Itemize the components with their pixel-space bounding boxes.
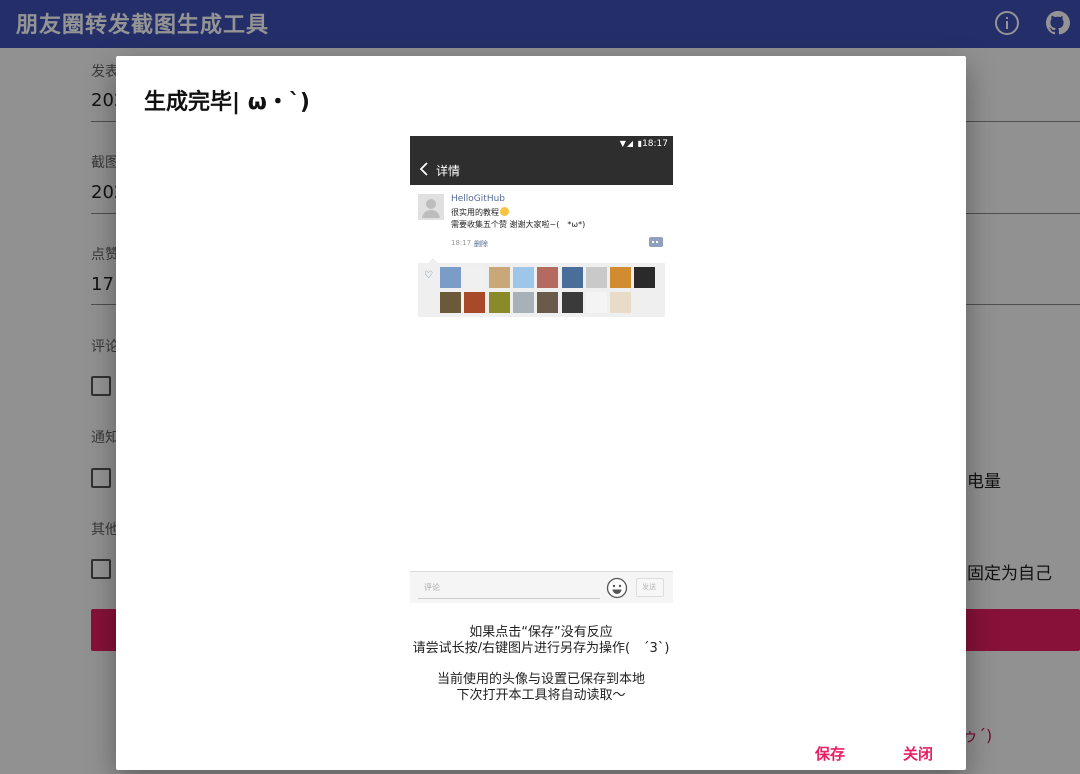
heart-icon: ♡ <box>424 270 433 281</box>
likes-panel: ♡ <box>418 258 665 317</box>
send-label: 发送 <box>642 583 656 591</box>
like-avatar <box>585 292 607 313</box>
post-line-2: 需要收集五个赞 谢谢大家啦~( *ω*) <box>451 220 586 229</box>
post-author: HelloGitHub <box>451 194 505 204</box>
smile-emoji-icon <box>500 207 509 216</box>
post-time: 18:17 <box>451 239 472 247</box>
result-dialog: 生成完毕| ω・`) ▼◢ ▮ 18:17 详情 HelloGitHub 很实用… <box>116 56 966 770</box>
like-avatar <box>561 292 583 313</box>
like-avatar <box>512 267 534 288</box>
screenshot-status-bar: ▼◢ ▮ 18:17 <box>410 136 673 154</box>
like-avatar <box>561 267 583 288</box>
comment-bar: 评论 发送 <box>410 571 673 603</box>
screenshot-header: 详情 <box>410 154 673 185</box>
save-button[interactable]: 保存 <box>815 743 845 764</box>
comment-placeholder: 评论 <box>424 583 440 592</box>
like-avatar <box>464 267 486 288</box>
like-avatar <box>488 292 510 313</box>
like-avatar <box>585 267 607 288</box>
post-line-1-text: 很实用的教程 <box>451 208 499 217</box>
generated-screenshot[interactable]: ▼◢ ▮ 18:17 详情 HelloGitHub 很实用的教程 需要收集五个赞… <box>410 136 673 603</box>
signal-battery-icons: ▼◢ ▮ <box>619 139 643 148</box>
storage-hint-line-1: 当前使用的头像与设置已保存到本地 <box>436 672 645 687</box>
like-avatar <box>610 292 632 313</box>
like-avatar <box>610 267 632 288</box>
comment-input: 评论 <box>418 580 600 599</box>
like-avatar <box>488 267 510 288</box>
screenshot-header-title: 详情 <box>436 164 461 178</box>
avatar-icon <box>418 194 444 220</box>
more-actions-icon <box>649 237 663 247</box>
post-line-1: 很实用的教程 <box>451 207 509 218</box>
storage-hint-line-2: 下次打开本工具将自动读取～ <box>456 688 626 703</box>
like-avatar <box>537 267 559 288</box>
send-button: 发送 <box>636 578 664 597</box>
close-button[interactable]: 关闭 <box>903 743 933 764</box>
like-avatar <box>440 292 461 313</box>
dialog-title: 生成完毕| ω・`) <box>144 90 310 115</box>
post-delete-link: 删除 <box>474 240 488 248</box>
like-avatar <box>634 267 656 288</box>
like-avatar <box>537 292 559 313</box>
emoji-smiley-icon <box>606 577 628 599</box>
save-hint-line-1: 如果点击“保存”没有反应 <box>469 625 613 640</box>
like-avatar <box>512 292 534 313</box>
back-arrow-icon <box>419 162 428 176</box>
save-hint-line-2: 请尝试长按/右键图片进行另存为操作( ´3`) <box>412 641 670 656</box>
like-avatar <box>464 292 486 313</box>
status-time: 18:17 <box>642 139 668 149</box>
like-avatar <box>440 267 461 288</box>
